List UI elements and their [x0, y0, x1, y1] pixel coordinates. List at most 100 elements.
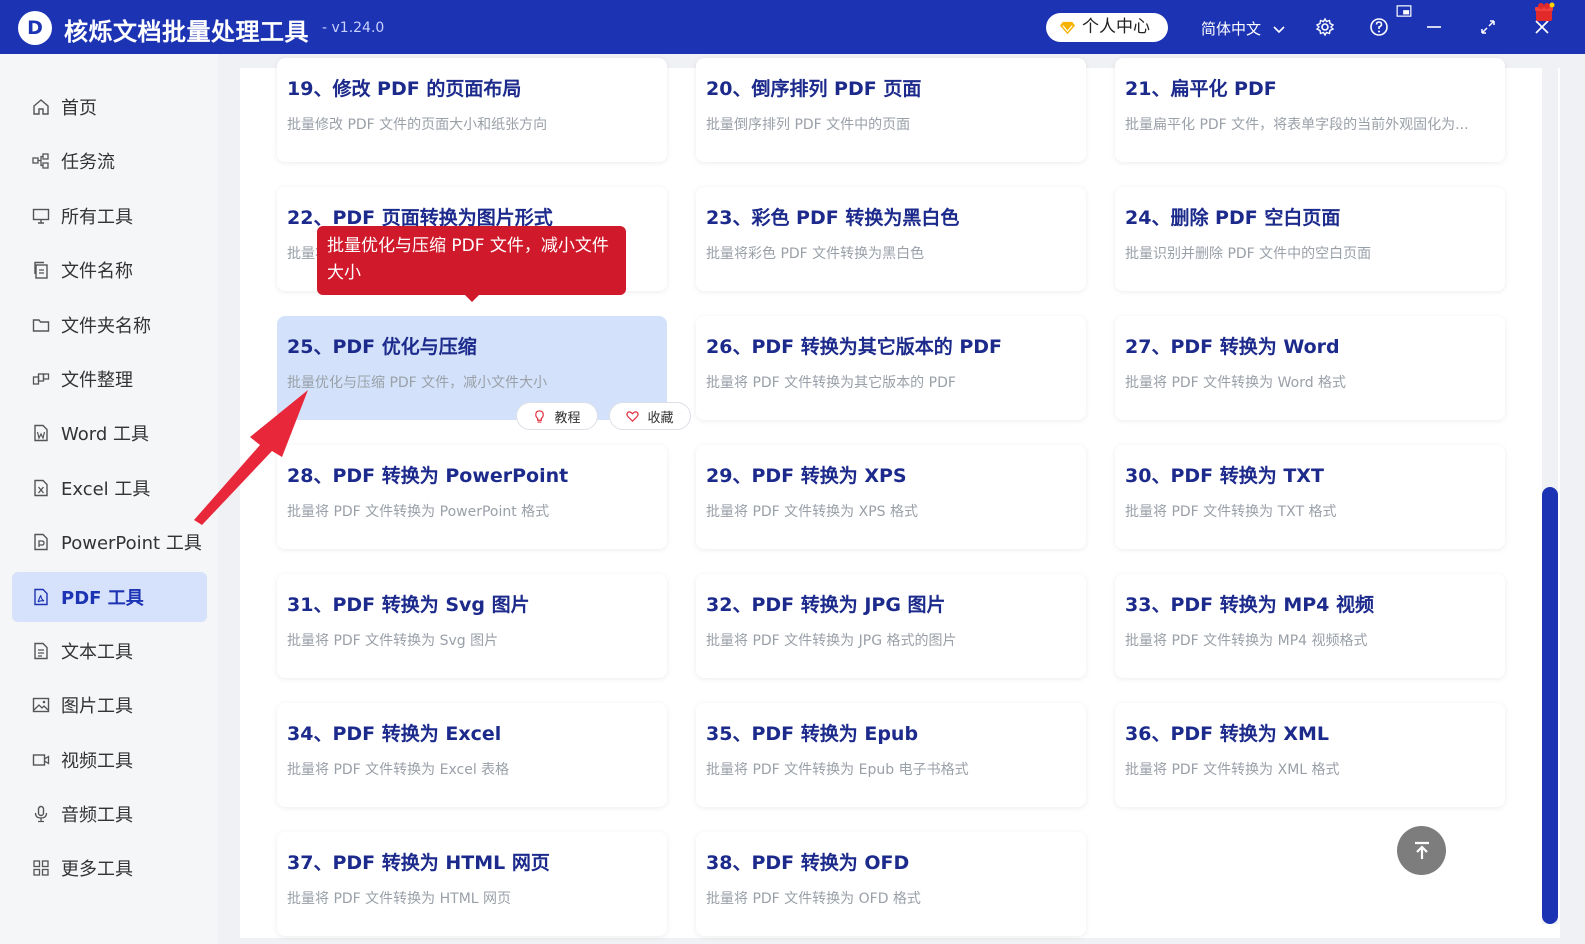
sidebar-item-pdf[interactable]: PDF 工具 — [12, 571, 207, 622]
tool-card-title: 37、PDF 转换为 HTML 网页 — [287, 852, 550, 874]
sidebar-item-folder-name[interactable]: 文件夹名称 — [12, 300, 207, 350]
sidebar-item-label: 文件名称 — [61, 261, 133, 283]
tool-card-title: 20、倒序排列 PDF 页面 — [706, 78, 922, 100]
minimize-icon — [1427, 26, 1441, 28]
tool-card[interactable]: 34、PDF 转换为 Excel 批量将 PDF 文件转换为 Excel 表格 — [277, 703, 667, 807]
help-button[interactable] — [1368, 16, 1390, 38]
app-title: 核烁文档批量处理工具 — [64, 18, 309, 46]
tool-card-description: 批量修改 PDF 文件的页面大小和纸张方向 — [287, 117, 548, 133]
tool-card[interactable]: 32、PDF 转换为 JPG 图片 批量将 PDF 文件转换为 JPG 格式的图片 — [696, 574, 1086, 678]
sidebar-item-video[interactable]: 视频工具 — [12, 735, 207, 785]
tool-card[interactable]: 26、PDF 转换为其它版本的 PDF 批量将 PDF 文件转换为其它版本的 PD… — [696, 316, 1086, 420]
tool-card[interactable]: 24、删除 PDF 空白页面 批量识别并删除 PDF 文件中的空白页面 — [1115, 187, 1505, 291]
mini-window-button[interactable] — [1395, 4, 1413, 18]
tool-card-title: 25、PDF 优化与压缩 — [287, 336, 477, 358]
tool-card[interactable]: 30、PDF 转换为 TXT 批量将 PDF 文件转换为 TXT 格式 — [1115, 445, 1505, 549]
sidebar-item-label: PDF 工具 — [61, 587, 144, 609]
tool-card-title: 35、PDF 转换为 Epub — [706, 723, 919, 745]
home-icon — [33, 99, 49, 115]
tool-card-title: 36、PDF 转换为 XML — [1125, 723, 1330, 745]
tool-card[interactable]: 23、彩色 PDF 转换为黑白色 批量将彩色 PDF 文件转换为黑白色 — [696, 187, 1086, 291]
sidebar-item-label: PowerPoint 工具 — [61, 533, 202, 555]
sidebar-item-workflow[interactable]: 任务流 — [12, 136, 207, 186]
monitor-icon — [32, 208, 50, 224]
tool-card-title: 31、PDF 转换为 Svg 图片 — [287, 594, 530, 616]
sidebar-item-excel[interactable]: Excel 工具 — [12, 463, 207, 513]
sidebar-item-label: 文本工具 — [61, 641, 133, 663]
tool-card-title: 23、彩色 PDF 转换为黑白色 — [706, 207, 960, 229]
tool-card-description: 批量将 PDF 文件转换为 JPG 格式的图片 — [706, 633, 957, 649]
tool-card-description: 批量优化与压缩 PDF 文件，减小文件大小 — [287, 375, 548, 391]
sidebar-item-organize[interactable]: 文件整理 — [12, 354, 207, 404]
tool-card[interactable]: 33、PDF 转换为 MP4 视频 批量将 PDF 文件转换为 MP4 视频格式 — [1115, 574, 1505, 678]
sidebar-item-home[interactable]: 首页 — [12, 82, 207, 132]
sidebar-item-label: 首页 — [61, 98, 97, 119]
tool-card-description: 批量将 PDF 文件转换为其它版本的 PDF — [706, 375, 956, 391]
sidebar-item-label: Word 工具 — [61, 424, 149, 446]
text-icon — [34, 642, 48, 660]
tool-card-description: 批量将 PDF 文件转换为 XML 格式 — [1125, 762, 1340, 778]
sidebar-item-image[interactable]: 图片工具 — [12, 680, 207, 730]
sidebar-item-powerpoint[interactable]: PowerPoint 工具 — [12, 517, 207, 567]
sidebar-item-more[interactable]: 更多工具 — [12, 843, 207, 893]
pdf-icon — [34, 588, 48, 605]
tool-card-description: 批量将 PDF 文件转换为 HTML 网页 — [287, 891, 512, 907]
organize-icon — [32, 373, 50, 385]
tool-card-description: 批量将 PDF 文件转换为 Epub 电子书格式 — [706, 762, 969, 778]
tooltip: 批量优化与压缩 PDF 文件，减小文件大小 — [317, 226, 626, 295]
app-version: - v1.24.0 — [322, 20, 385, 36]
user-center-button[interactable]: 个人中心 — [1046, 13, 1168, 42]
tool-card-description: 批量将 PDF 文件转换为 OFD 格式 — [706, 891, 921, 907]
arrow-up-icon — [1414, 841, 1429, 859]
tool-card[interactable]: 28、PDF 转换为 PowerPoint 批量将 PDF 文件转换为 Power… — [277, 445, 667, 549]
back-to-top-button[interactable] — [1397, 826, 1446, 875]
tool-card-description: 批量将 PDF 文件转换为 Svg 图片 — [287, 633, 499, 649]
diamond-icon — [1060, 21, 1075, 35]
sidebar-item-text[interactable]: 文本工具 — [12, 626, 207, 676]
tool-card-title: 29、PDF 转换为 XPS — [706, 465, 907, 487]
help-icon — [1370, 18, 1388, 36]
scrollbar-thumb[interactable] — [1542, 487, 1558, 924]
folder-icon — [32, 318, 50, 332]
tool-card[interactable]: 20、倒序排列 PDF 页面 批量倒序排列 PDF 文件中的页面 — [696, 58, 1086, 162]
tool-card-description: 批量识别并删除 PDF 文件中的空白页面 — [1125, 246, 1372, 262]
tool-card[interactable]: 36、PDF 转换为 XML 批量将 PDF 文件转换为 XML 格式 — [1115, 703, 1505, 807]
language-select[interactable]: 简体中文 — [1201, 18, 1286, 39]
sidebar-item-label: 音频工具 — [61, 805, 133, 827]
gift-icon[interactable] — [1533, 2, 1555, 22]
favorite-button[interactable]: 收藏 — [609, 402, 691, 430]
sidebar-item-all-tools[interactable]: 所有工具 — [12, 191, 207, 241]
tool-card[interactable]: 38、PDF 转换为 OFD 批量将 PDF 文件转换为 OFD 格式 — [696, 832, 1086, 936]
window-icon — [1396, 5, 1412, 17]
tool-card-title: 30、PDF 转换为 TXT — [1125, 465, 1324, 487]
tooltip-arrow — [463, 293, 481, 302]
tool-card[interactable]: 29、PDF 转换为 XPS 批量将 PDF 文件转换为 XPS 格式 — [696, 445, 1086, 549]
tool-card-title: 19、修改 PDF 的页面布局 — [287, 78, 522, 100]
settings-button[interactable] — [1314, 16, 1336, 38]
tool-card-description: 批量将 PDF 文件转换为 MP4 视频格式 — [1125, 633, 1368, 649]
sidebar-item-word[interactable]: Word 工具 — [12, 408, 207, 458]
sidebar-item-label: 文件整理 — [61, 369, 133, 391]
tool-card[interactable]: 37、PDF 转换为 HTML 网页批量将 PDF 文件转换为 HTML 网页 — [277, 832, 667, 936]
tool-card[interactable]: 21、扁平化 PDF 批量扁平化 PDF 文件，将表单字段的当前外观固化为... — [1115, 58, 1505, 162]
sidebar-item-audio[interactable]: 音频工具 — [12, 789, 207, 839]
tool-card-description: 批量将 PDF 文件转换为 TXT 格式 — [1125, 504, 1337, 520]
workflow-icon — [32, 153, 49, 170]
tool-card[interactable]: 25、PDF 优化与压缩批量优化与压缩 PDF 文件，减小文件大小 — [277, 316, 667, 420]
maximize-button[interactable] — [1477, 16, 1499, 38]
sidebar-item-label: Excel 工具 — [61, 478, 151, 500]
tool-card-description: 批量将 PDF 文件转换为 Word 格式 — [1125, 375, 1347, 391]
tool-card[interactable]: 27、PDF 转换为 Word 批量将 PDF 文件转换为 Word 格式 — [1115, 316, 1505, 420]
tool-card[interactable]: 19、修改 PDF 的页面布局批量修改 PDF 文件的页面大小和纸张方向 — [277, 58, 667, 162]
ppt-icon — [34, 533, 48, 551]
word-icon — [34, 425, 48, 442]
minimize-button[interactable] — [1423, 16, 1445, 38]
tool-card[interactable]: 31、PDF 转换为 Svg 图片批量将 PDF 文件转换为 Svg 图片 — [277, 574, 667, 678]
sidebar-item-file-name[interactable]: 文件名称 — [12, 245, 207, 295]
tutorial-button[interactable]: 教程 — [516, 402, 598, 430]
tool-card[interactable]: 35、PDF 转换为 Epub 批量将 PDF 文件转换为 Epub 电子书格式 — [696, 703, 1086, 807]
sidebar-item-label: 视频工具 — [61, 750, 133, 772]
tool-card-title: 27、PDF 转换为 Word — [1125, 336, 1340, 358]
video-icon — [32, 753, 50, 766]
tool-card-title: 21、扁平化 PDF — [1125, 78, 1277, 100]
